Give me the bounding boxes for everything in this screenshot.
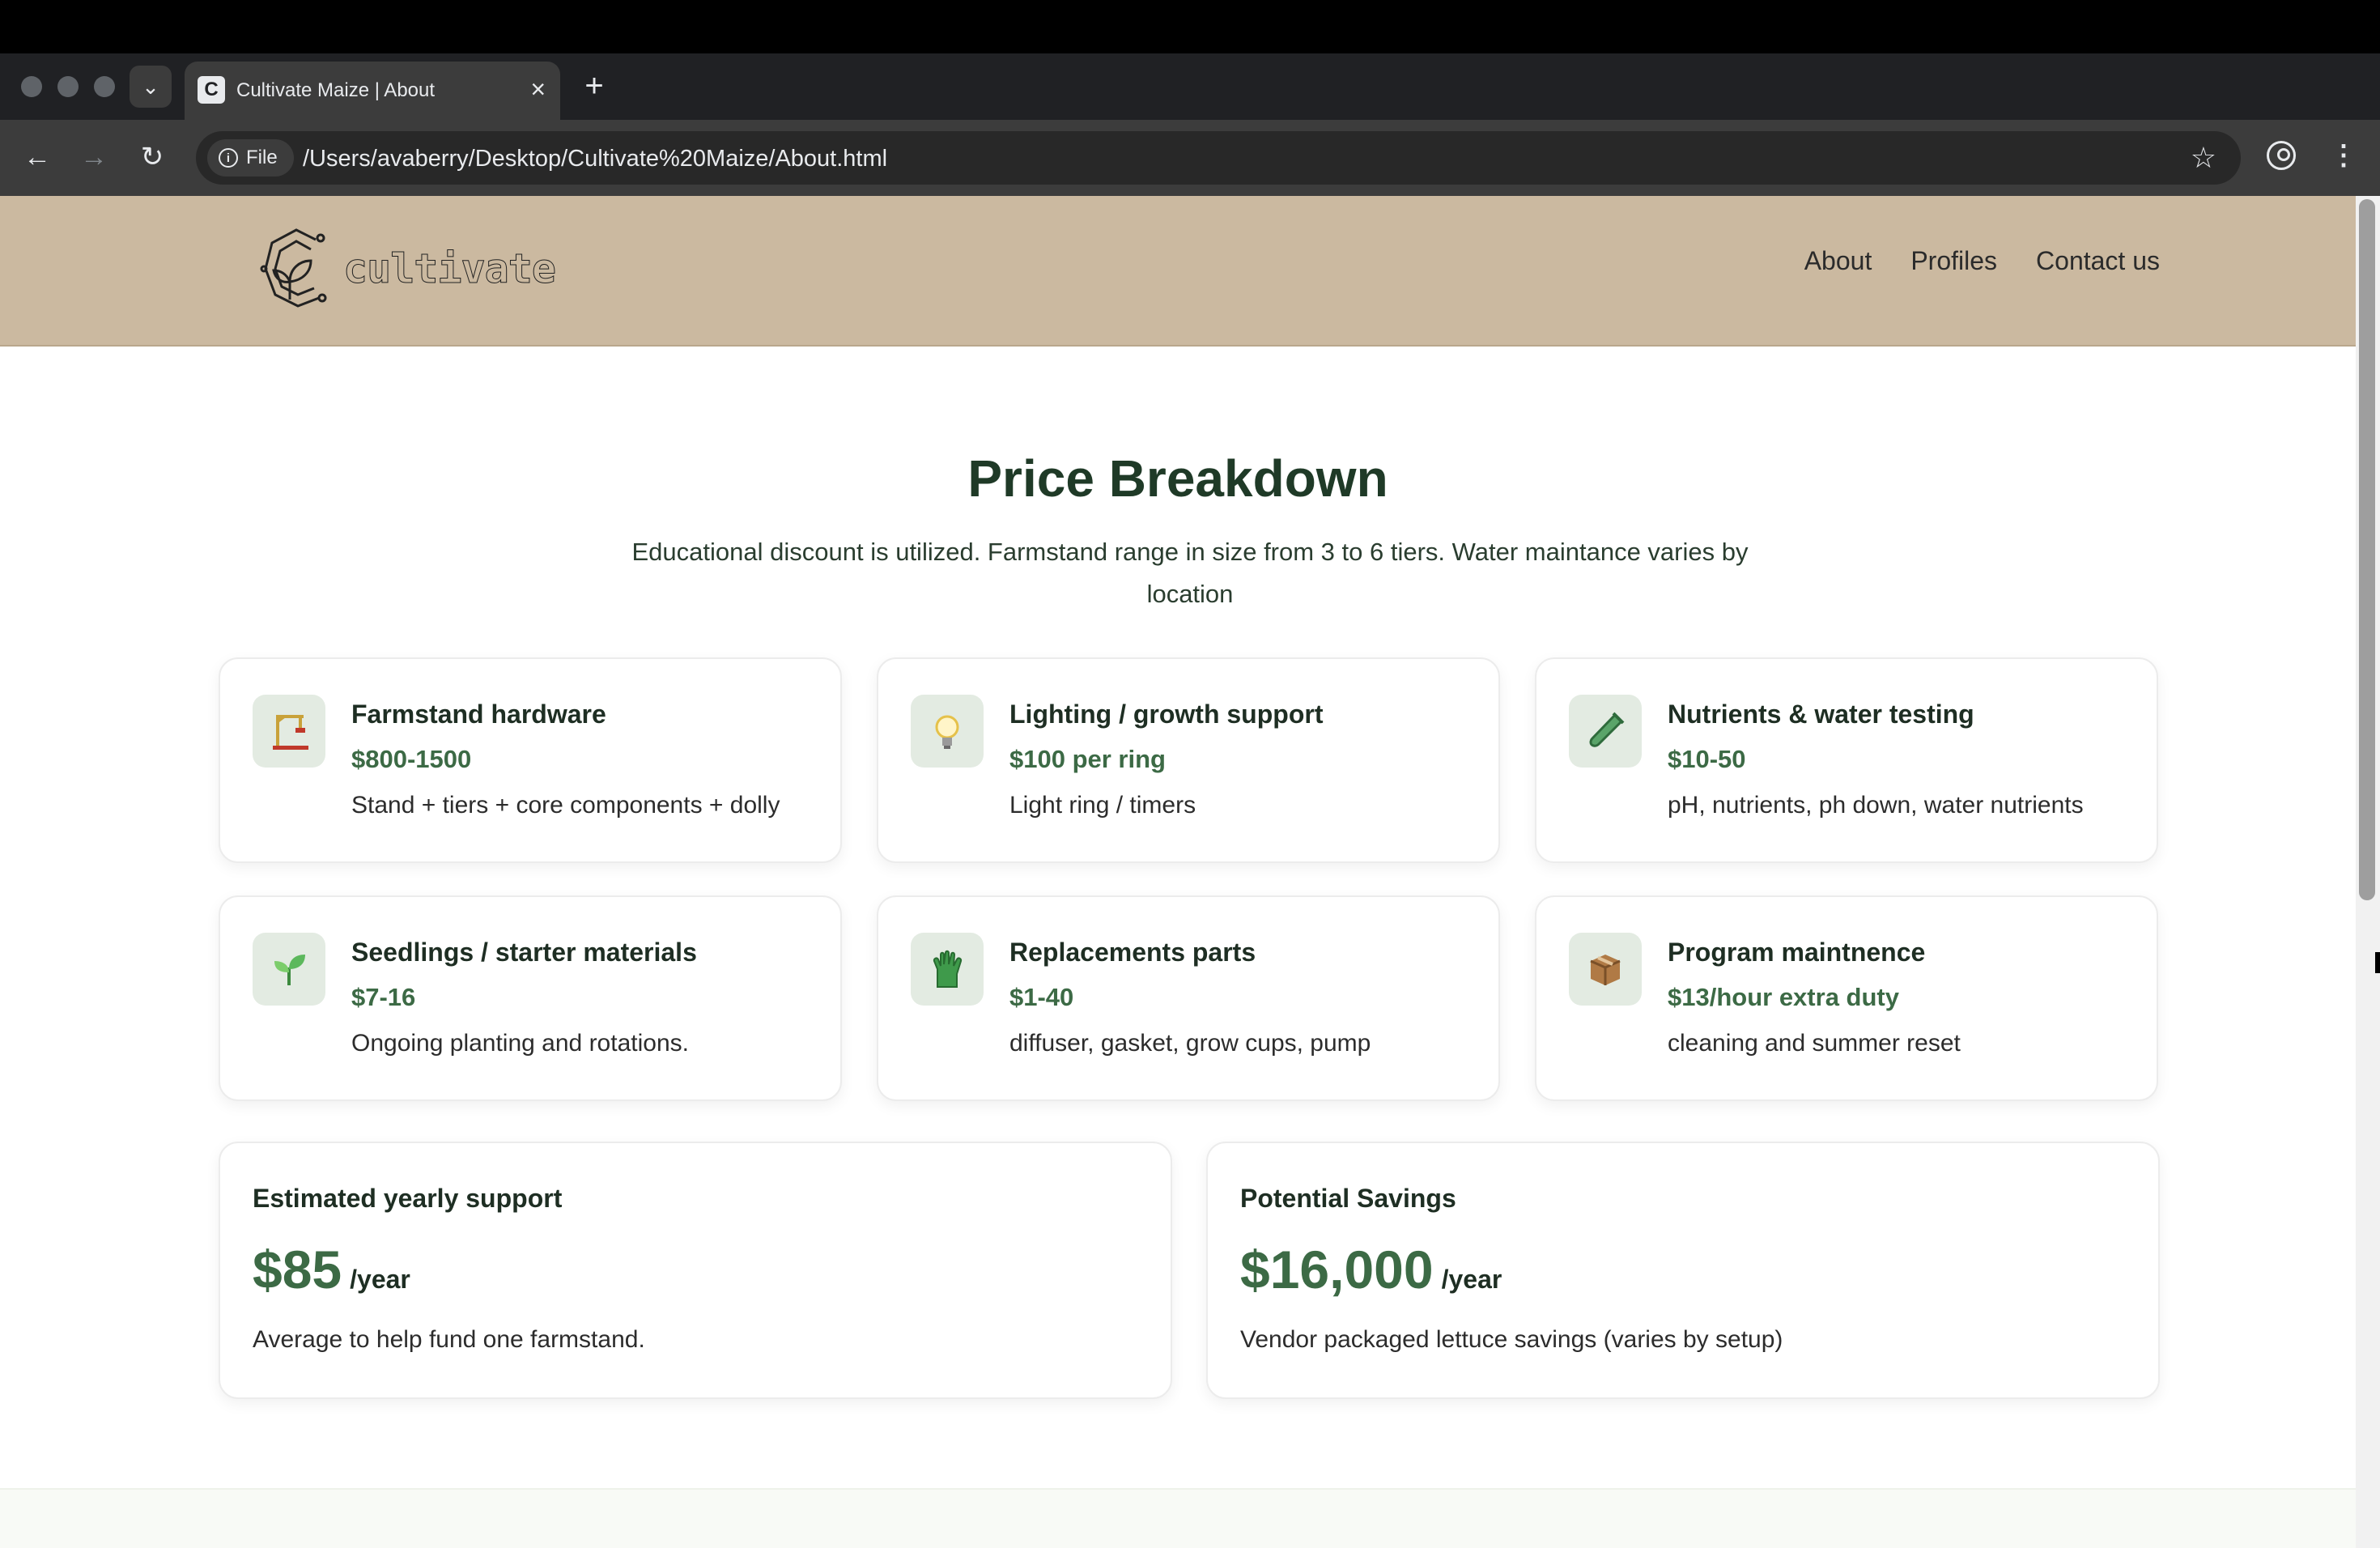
nav-about[interactable]: About — [1804, 246, 1872, 276]
back-button[interactable]: ← — [16, 136, 58, 178]
logo-text: cultivate — [343, 245, 557, 293]
cost-desc: Ongoing planting and rotations. — [351, 1030, 689, 1057]
cost-name: Lighting / growth support — [1009, 700, 1324, 729]
forward-arrow-icon: → — [80, 141, 108, 172]
cost-desc: Light ring / timers — [1009, 792, 1196, 819]
light-bulb-icon — [911, 695, 984, 768]
text-cursor-icon — [2375, 952, 2380, 973]
seedling-icon — [253, 933, 325, 1006]
site-favicon-icon: C — [198, 76, 225, 104]
forward-button[interactable]: → — [73, 136, 115, 178]
site-header: cultivate About Profiles Contact us — [0, 196, 2356, 347]
reload-icon: ↻ — [140, 142, 164, 172]
back-arrow-icon: ← — [23, 141, 51, 172]
window-minimize-button[interactable] — [57, 76, 79, 97]
cost-price: $800-1500 — [351, 745, 472, 773]
browser-menu-icon[interactable]: ⋮ — [2330, 139, 2357, 175]
cost-price: $1-40 — [1009, 983, 1074, 1011]
summary-label: Potential Savings — [1240, 1184, 1456, 1213]
info-icon: i — [219, 148, 238, 168]
tab-active[interactable]: C Cultivate Maize | About × — [185, 62, 560, 120]
cost-card-lighting: Lighting / growth support $100 per ring … — [877, 657, 1500, 863]
site-logo[interactable]: cultivate — [257, 225, 557, 313]
cultivate-logo-icon — [260, 228, 327, 308]
summary-unit: /year — [1441, 1265, 1502, 1294]
page-viewport: cultivate About Profiles Contact us Pric… — [0, 196, 2356, 1548]
cost-name: Farmstand hardware — [351, 700, 606, 729]
page-title: Price Breakdown — [967, 449, 1388, 508]
cost-card-seedlings: Seedlings / starter materials $7-16 Ongo… — [219, 895, 842, 1101]
window-maximize-button[interactable] — [94, 76, 115, 97]
cost-name: Program maintnence — [1668, 938, 1926, 967]
cost-desc: Stand + tiers + core components + dolly — [351, 792, 780, 819]
cost-card-replacement-parts: Replacements parts $1-40 diffuser, gaske… — [877, 895, 1500, 1101]
summary-card-yearly-support: Estimated yearly support $85/year Averag… — [219, 1142, 1172, 1399]
summary-amount: $85 — [253, 1240, 342, 1299]
tab-close-icon[interactable]: × — [530, 73, 546, 105]
screen-top-bar — [0, 0, 2380, 53]
site-nav: About Profiles Contact us — [1804, 246, 2160, 276]
intro-paragraph: Educational discount is utilized. Farmst… — [631, 538, 1749, 608]
summary-value: $85/year — [253, 1239, 410, 1300]
next-section — [0, 1488, 2356, 1548]
cost-price: $13/hour extra duty — [1668, 983, 1899, 1011]
cost-card-nutrients: Nutrients & water testing $10-50 pH, nut… — [1535, 657, 2158, 863]
nav-profiles[interactable]: Profiles — [1910, 246, 1997, 276]
site-chip-label: File — [246, 147, 278, 168]
cost-card-program-maintenance: Program maintnence $13/hour extra duty c… — [1535, 895, 2158, 1101]
summary-card-potential-savings: Potential Savings $16,000/year Vendor pa… — [1206, 1142, 2160, 1399]
cost-name: Seedlings / starter materials — [351, 938, 697, 967]
test-tube-icon — [1569, 695, 1642, 768]
package-icon — [1569, 933, 1642, 1006]
cost-desc: cleaning and summer reset — [1668, 1030, 1961, 1057]
summary-unit: /year — [350, 1265, 410, 1294]
summary-value: $16,000/year — [1240, 1239, 1502, 1300]
reload-button[interactable]: ↻ — [131, 136, 173, 178]
window-close-button[interactable] — [21, 76, 42, 97]
summary-desc: Average to help fund one farmstand. — [253, 1326, 645, 1353]
site-info-chip[interactable]: i File — [207, 139, 294, 176]
tab-title: Cultivate Maize | About — [236, 79, 436, 101]
bookmark-star-icon[interactable]: ☆ — [2191, 141, 2216, 175]
profile-icon[interactable] — [2267, 141, 2296, 170]
page-scrollbar[interactable] — [2356, 196, 2380, 1548]
cost-price: $10-50 — [1668, 745, 1746, 773]
cost-desc: pH, nutrients, ph down, water nutrients — [1668, 792, 2084, 819]
url-text[interactable]: /Users/avaberry/Desktop/Cultivate%20Maiz… — [303, 146, 887, 172]
tab-search-button[interactable]: ⌄ — [130, 66, 172, 108]
crane-icon — [253, 695, 325, 768]
summary-desc: Vendor packaged lettuce savings (varies … — [1240, 1326, 1783, 1353]
cost-name: Nutrients & water testing — [1668, 700, 1974, 729]
cost-name: Replacements parts — [1009, 938, 1256, 967]
cost-card-farmstand-hardware: Farmstand hardware $800-1500 Stand + tie… — [219, 657, 842, 863]
nav-contact-us[interactable]: Contact us — [2036, 246, 2160, 276]
browser-toolbar: ← → ↻ i File /Users/avaberry/Desktop/Cul… — [0, 120, 2380, 196]
address-bar[interactable]: i File /Users/avaberry/Desktop/Cultivate… — [196, 131, 2241, 185]
chevron-down-icon: ⌄ — [142, 74, 159, 99]
cost-price: $100 per ring — [1009, 745, 1166, 773]
glove-icon — [911, 933, 984, 1006]
new-tab-button[interactable]: + — [576, 68, 612, 104]
scrollbar-thumb[interactable] — [2359, 199, 2375, 900]
summary-label: Estimated yearly support — [253, 1184, 563, 1213]
cost-price: $7-16 — [351, 983, 416, 1011]
cost-desc: diffuser, gasket, grow cups, pump — [1009, 1030, 1371, 1057]
summary-amount: $16,000 — [1240, 1240, 1434, 1299]
